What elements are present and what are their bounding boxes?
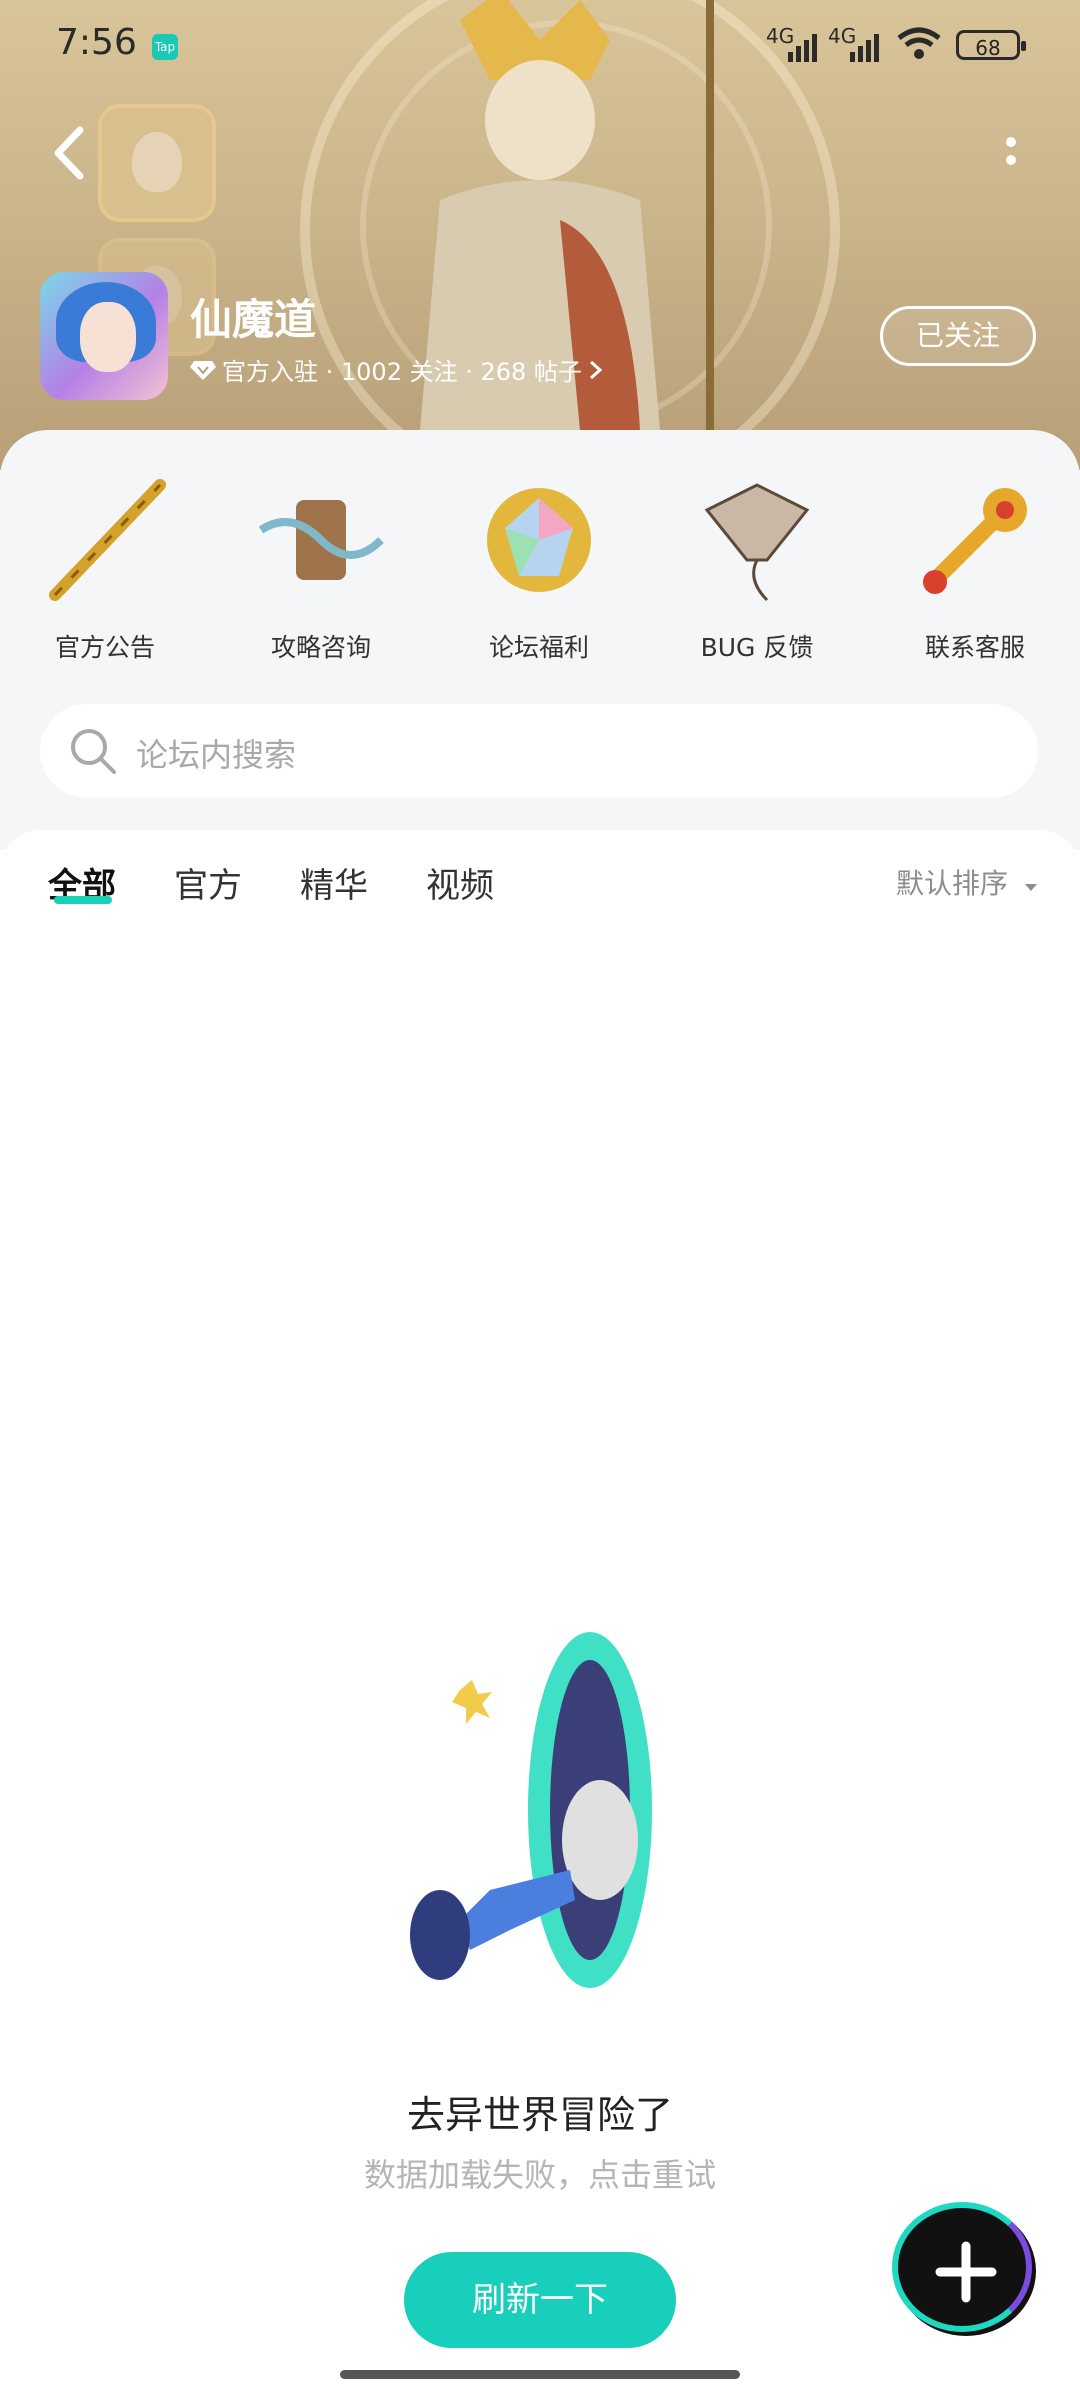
forum-stats: 官方入驻 · 1002 关注 · 268 帖子 bbox=[222, 358, 582, 386]
signal-icon bbox=[788, 34, 817, 62]
taptap-notification-icon: Tap bbox=[152, 34, 178, 60]
more-options-icon[interactable] bbox=[996, 124, 1026, 184]
ruyi-icon bbox=[923, 488, 1027, 594]
empty-state-title: 去异世界冒险了 bbox=[406, 2093, 673, 2137]
empty-state-illustration bbox=[410, 1632, 652, 1988]
plus-icon bbox=[935, 2241, 997, 2303]
forum-meta[interactable]: 官方入驻 · 1002 关注 · 268 帖子 bbox=[190, 352, 604, 387]
status-bar: 7:56 Tap 4G 4G 68 bbox=[0, 0, 1080, 90]
quick-link-label: BUG 反馈 bbox=[700, 633, 814, 662]
tab-official[interactable]: 官方 bbox=[174, 858, 242, 907]
forum-search-bar[interactable]: 论坛内搜索 bbox=[40, 704, 1038, 798]
quick-link-guide[interactable]: 攻略咨询 bbox=[236, 470, 406, 664]
chevron-right-icon bbox=[589, 360, 603, 379]
tab-featured[interactable]: 精华 bbox=[300, 858, 368, 907]
signal-icon-2 bbox=[850, 34, 879, 62]
battery-level: 68 bbox=[975, 36, 1001, 60]
app-icon bbox=[40, 272, 168, 400]
tab-video[interactable]: 视频 bbox=[426, 858, 494, 907]
forum-title: 仙魔道 bbox=[190, 295, 317, 344]
quick-link-label: 攻略咨询 bbox=[270, 633, 371, 662]
search-input[interactable]: 论坛内搜索 bbox=[136, 730, 296, 776]
character-thumbnail[interactable] bbox=[98, 104, 216, 222]
quick-link-announcement[interactable]: 官方公告 bbox=[20, 470, 190, 664]
quick-link-label: 联系客服 bbox=[924, 633, 1025, 662]
sort-label: 默认排序 bbox=[896, 867, 1009, 900]
empty-state-subtitle[interactable]: 数据加载失败，点击重试 bbox=[0, 2150, 1080, 2196]
diamond-badge-icon bbox=[190, 360, 216, 380]
caret-down-icon bbox=[1024, 884, 1037, 891]
search-icon bbox=[71, 729, 116, 774]
gem-icon bbox=[487, 488, 591, 592]
refresh-button[interactable]: 刷新一下 bbox=[404, 2252, 676, 2348]
battery-icon: 68 bbox=[956, 30, 1026, 60]
quick-link-bug-report[interactable]: BUG 反馈 bbox=[672, 470, 842, 664]
sort-dropdown[interactable]: 默认排序 bbox=[896, 862, 1039, 902]
quick-link-welfare[interactable]: 论坛福利 bbox=[454, 470, 624, 664]
kite-icon bbox=[704, 483, 810, 602]
scroll-icon bbox=[258, 500, 384, 580]
follow-button[interactable]: 已关注 bbox=[880, 306, 1036, 366]
active-tab-indicator bbox=[54, 896, 112, 904]
quick-link-label: 官方公告 bbox=[54, 633, 155, 662]
create-post-button[interactable] bbox=[892, 2202, 1036, 2336]
status-time: 7:56 bbox=[56, 22, 137, 63]
home-indicator[interactable] bbox=[340, 2370, 740, 2379]
wifi-icon bbox=[897, 27, 941, 59]
staff-icon bbox=[49, 479, 166, 601]
quick-link-label: 论坛福利 bbox=[488, 633, 589, 662]
back-arrow-icon[interactable] bbox=[44, 120, 96, 186]
quick-link-support[interactable]: 联系客服 bbox=[890, 470, 1060, 664]
